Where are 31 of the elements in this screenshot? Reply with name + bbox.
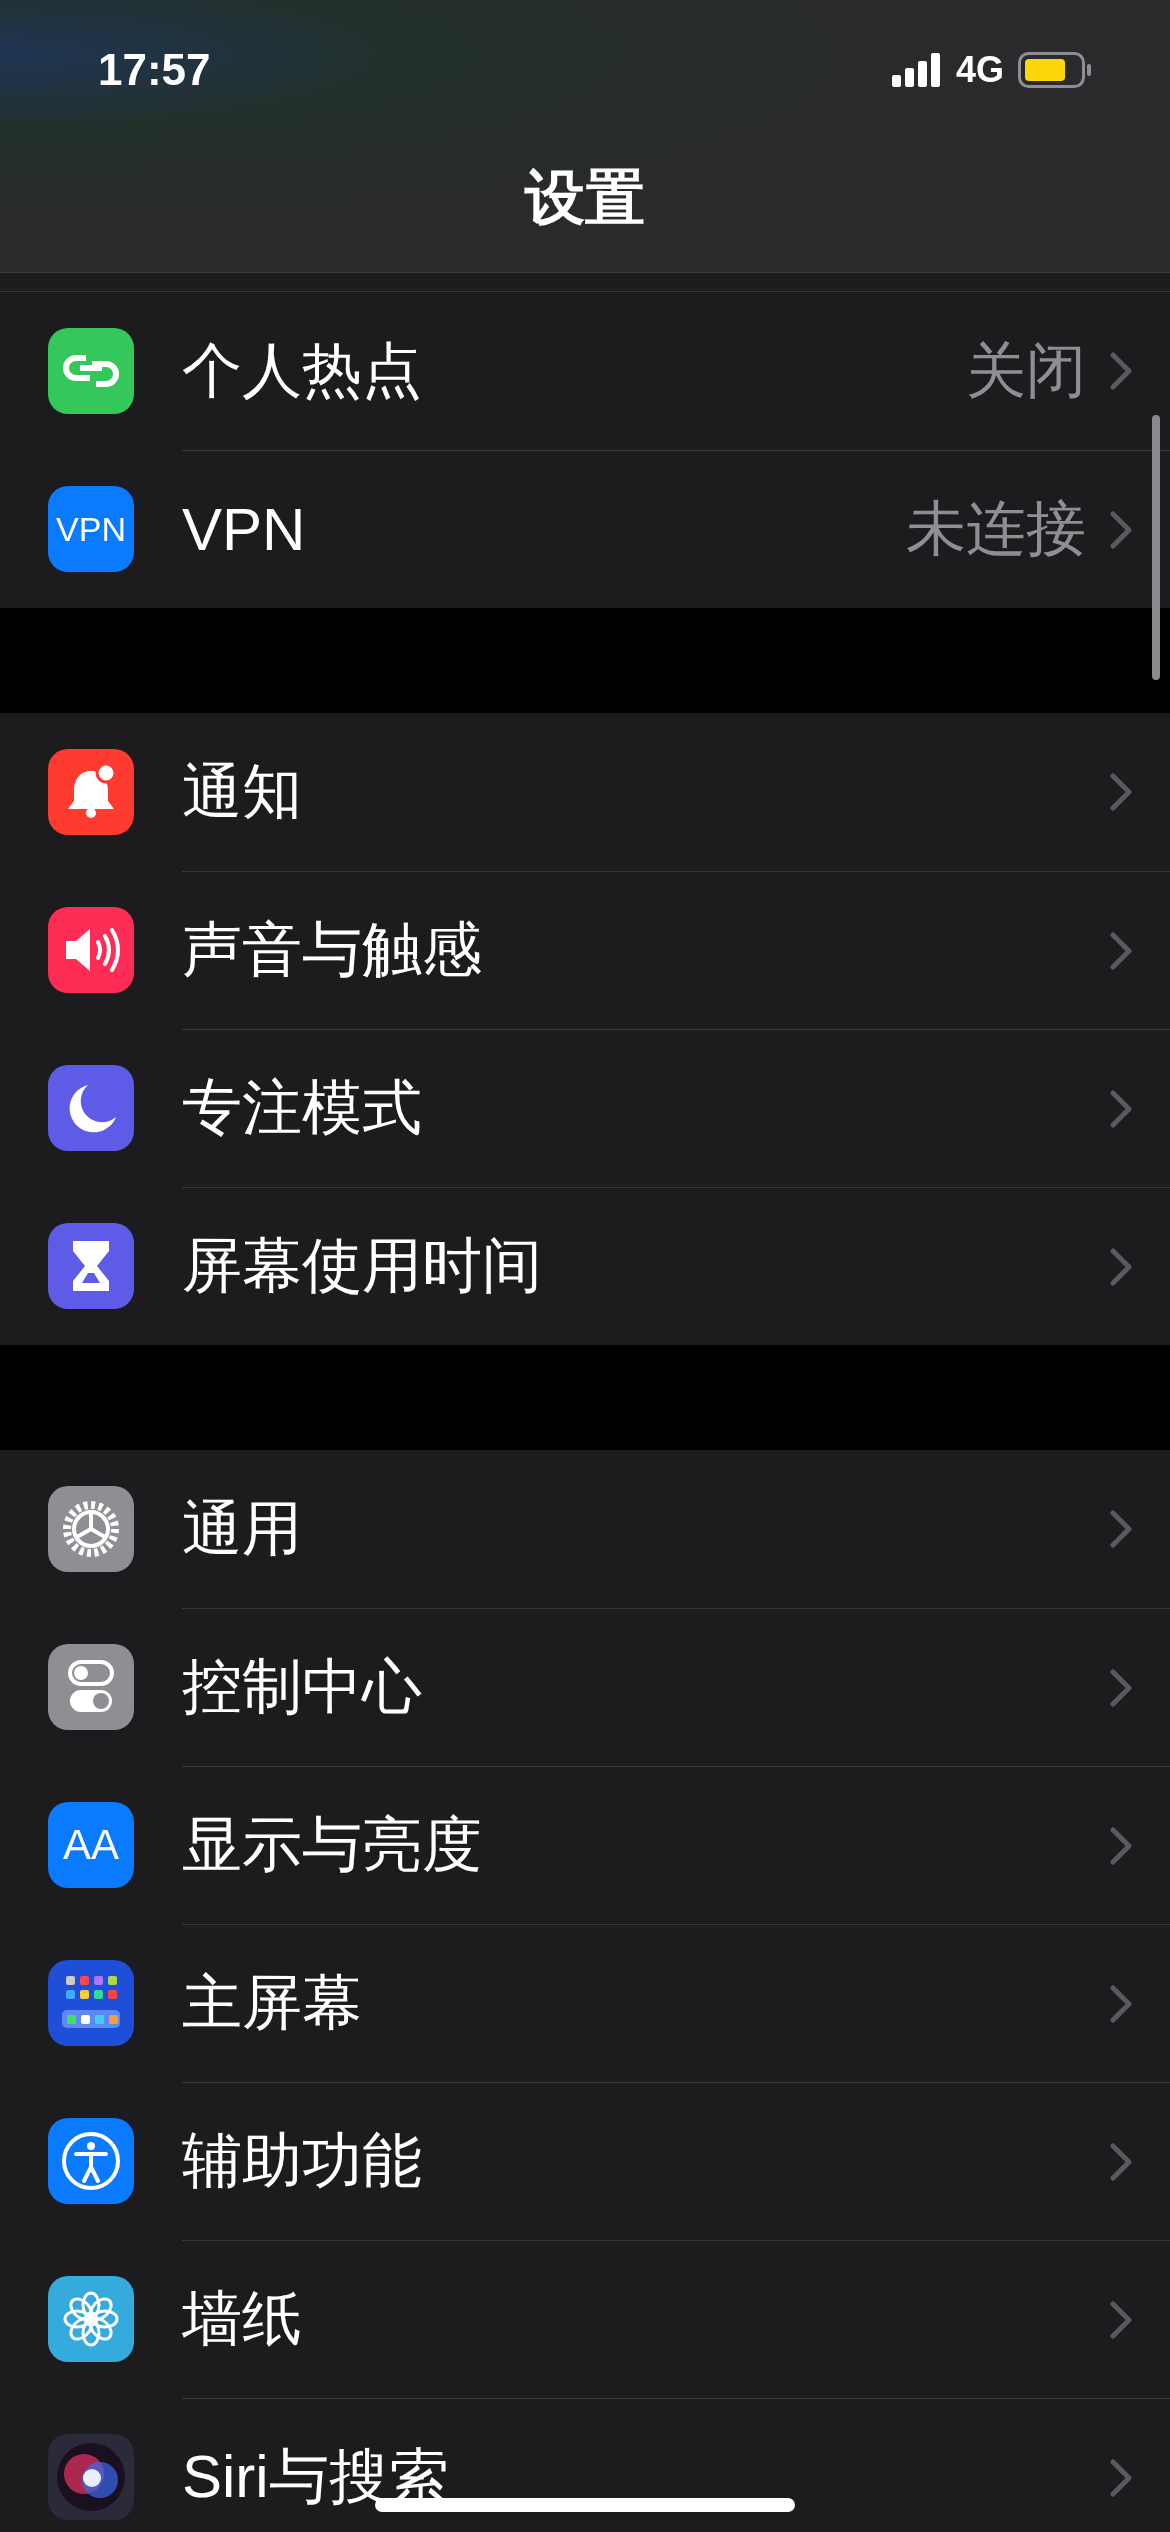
chevron-icon bbox=[1110, 1089, 1132, 1128]
chevron-icon bbox=[1110, 1668, 1132, 1707]
page-title: 设置 bbox=[523, 163, 646, 233]
chevron-icon bbox=[1110, 773, 1132, 811]
chevron-icon bbox=[1110, 510, 1132, 549]
app-icon: AA bbox=[48, 1802, 134, 1888]
app-icon: VPN bbox=[48, 486, 134, 572]
settings-row[interactable]: 显示与亮度 bbox=[182, 1766, 1170, 1924]
chevron-icon bbox=[1110, 1826, 1132, 1865]
settings-row[interactable]: 声音与触感 bbox=[182, 871, 1170, 1029]
settings-row[interactable]: 个人热点 关闭 bbox=[182, 292, 1170, 450]
chevron-icon bbox=[1110, 2142, 1132, 2181]
settings-row[interactable]: 通知 bbox=[182, 713, 1170, 871]
chevron-icon bbox=[1110, 1247, 1132, 1286]
settings-row[interactable]: 主屏幕 bbox=[182, 1924, 1170, 2082]
settings-row[interactable]: 辅助功能 bbox=[182, 2082, 1170, 2240]
settings-row[interactable]: 墙纸 bbox=[182, 2240, 1170, 2398]
chevron-icon bbox=[1110, 2300, 1132, 2339]
chevron-icon bbox=[1110, 2458, 1132, 2497]
settings-row[interactable]: 屏幕使用时间 bbox=[182, 1187, 1170, 1345]
chevron-icon bbox=[1110, 1510, 1132, 1548]
settings-row[interactable]: 通用 bbox=[182, 1450, 1170, 1608]
chevron-icon bbox=[1110, 931, 1132, 970]
battery-icon bbox=[1018, 52, 1092, 88]
settings-row[interactable]: 专注模式 bbox=[182, 1029, 1170, 1187]
settings-row[interactable]: 控制中心 bbox=[182, 1608, 1170, 1766]
chevron-icon bbox=[1110, 352, 1132, 390]
status-time: 17:57 bbox=[98, 45, 211, 95]
chevron-icon bbox=[1110, 1984, 1132, 2023]
network-type: 4G bbox=[955, 49, 1004, 91]
signal-icon bbox=[891, 53, 942, 87]
